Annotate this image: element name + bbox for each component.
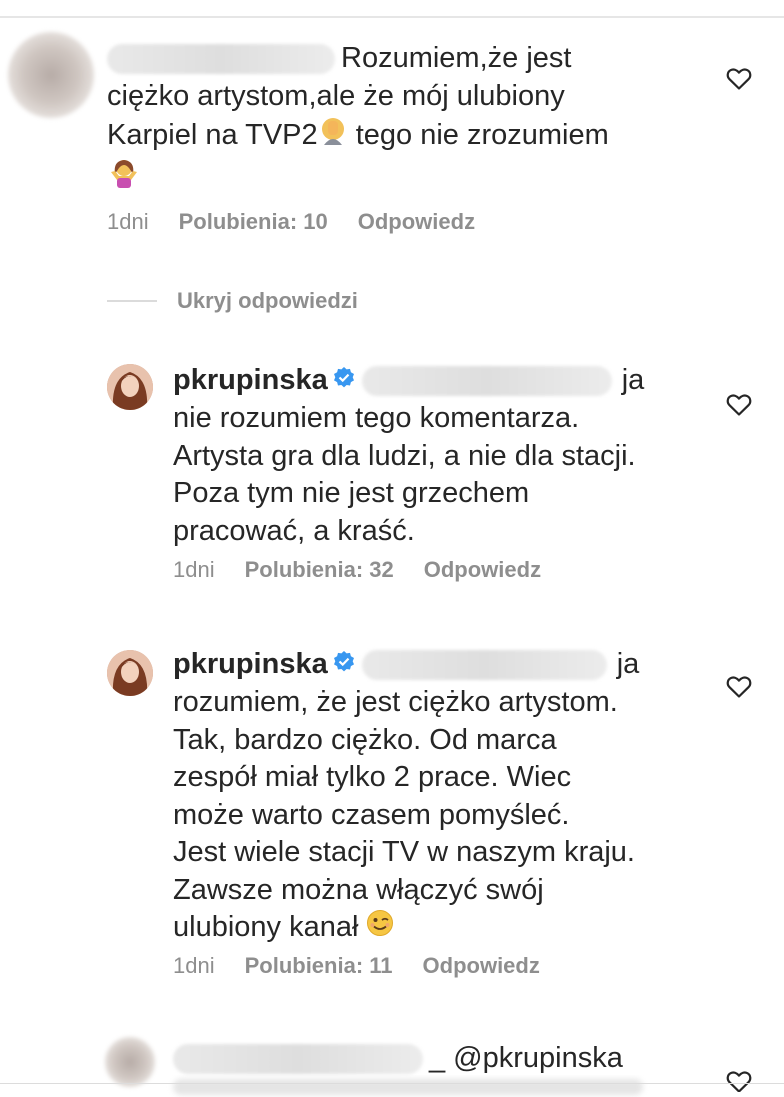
comment-line: Rozumiem,że jest	[341, 42, 572, 74]
comment-line: ja	[621, 364, 645, 396]
redacted-username	[107, 44, 335, 75]
hide-replies-label: Ukryj odpowiedzi	[177, 288, 358, 313]
comment-line: rozumiem, że jest ciężko artystom.	[173, 686, 618, 719]
comment-time: 1dni	[173, 557, 215, 582]
comment-line: Karpiel na TVP2	[107, 118, 318, 151]
comment-line: _ @pkrupinska	[429, 1042, 623, 1074]
reply-button[interactable]: Odpowiedz	[423, 953, 540, 978]
comment-line: Jest wiele stacji TV w naszym kraju.	[173, 836, 635, 869]
comment-text: Rozumiem,że jest ciężko artystom,ale że …	[107, 40, 667, 198]
redacted-username	[173, 1044, 423, 1075]
verified-badge-icon	[332, 363, 356, 401]
facepalm-emoji	[318, 115, 348, 158]
comment-meta: 1dni Polubienia: 32 Odpowiedz	[173, 557, 571, 583]
comment-line: może warto czasem pomyśleć.	[173, 798, 570, 831]
shrug-emoji	[107, 158, 141, 199]
comment-username[interactable]: pkrupinska	[173, 648, 328, 680]
heart-icon[interactable]	[726, 675, 752, 704]
heart-icon[interactable]	[726, 67, 752, 96]
comment-line: ciężko artystom,ale że mój ulubiony	[107, 79, 565, 112]
comment-line: zespół miał tylko 2 prace. Wiec	[173, 761, 572, 794]
heart-icon[interactable]	[726, 1070, 752, 1092]
comment-line: tego nie zrozumiem	[355, 118, 609, 151]
comment-line: Poza tym nie jest grzechem	[173, 477, 530, 510]
avatar[interactable]	[107, 364, 153, 410]
likes-count-link[interactable]: Polubienia: 10	[179, 209, 328, 234]
reply-button[interactable]: Odpowiedz	[358, 209, 475, 234]
comment-time: 1dni	[173, 953, 215, 978]
comment-meta: 1dni Polubienia: 11 Odpowiedz	[173, 953, 570, 979]
comment-line: ulubiony kanał	[173, 911, 359, 944]
comment-line: nie rozumiem tego komentarza.	[173, 402, 580, 435]
reply-button[interactable]: Odpowiedz	[424, 557, 541, 582]
comment-time: 1dni	[107, 209, 149, 234]
likes-count-link[interactable]: Polubienia: 11	[245, 953, 393, 978]
verified-badge-icon	[332, 647, 356, 685]
bottom-divider	[0, 1083, 784, 1084]
comment-username[interactable]: pkrupinska	[173, 364, 328, 396]
comment-line: pracować, a kraść.	[173, 514, 415, 547]
avatar[interactable]	[8, 32, 94, 118]
comment-text: _ @pkrupinska	[173, 1040, 733, 1078]
comment-meta: 1dni Polubienia: 10 Odpowiedz	[107, 209, 505, 235]
hide-replies-toggle[interactable]: Ukryj odpowiedzi	[107, 286, 358, 316]
redacted-mention	[361, 650, 607, 681]
comment-text: pkrupinska ja rozumiem, że jest ciężko ar…	[173, 646, 733, 948]
comment-text: pkrupinska ja nie rozumiem tego komentarz…	[173, 362, 733, 550]
redacted-mention	[361, 366, 612, 397]
comment-line: Artysta gra dla ludzi, a nie dla stacji.	[173, 439, 636, 472]
avatar[interactable]	[107, 650, 153, 696]
likes-count-link[interactable]: Polubienia: 32	[245, 557, 394, 582]
heart-icon[interactable]	[726, 393, 752, 422]
top-divider	[0, 16, 784, 18]
wink-emoji	[366, 909, 394, 948]
comment-line: Tak, bardzo ciężko. Od marca	[173, 723, 557, 756]
partial-comment-line	[0, 1075, 784, 1097]
comment-line: ja	[616, 648, 640, 680]
comment-line: Zawsze można włączyć swój	[173, 873, 544, 906]
divider-dash	[107, 300, 157, 302]
